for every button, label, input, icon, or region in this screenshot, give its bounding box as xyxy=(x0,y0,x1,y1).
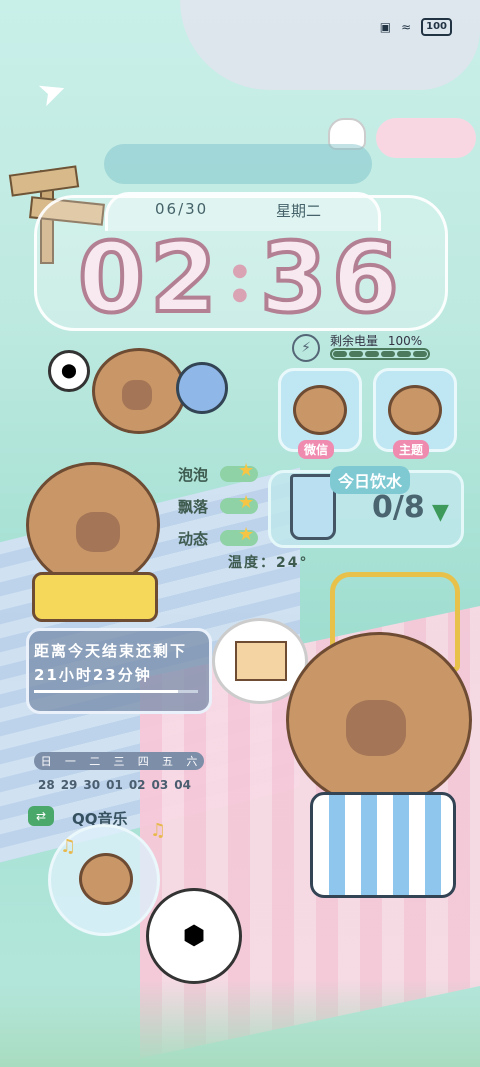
music-shuffle-icon[interactable]: ⇄ xyxy=(28,806,54,826)
countdown-progress xyxy=(34,690,198,693)
battery-level-bar xyxy=(330,348,430,360)
capybara-icon xyxy=(388,385,442,435)
countdown-line-1: 距离今天结束还剩下 xyxy=(34,642,188,660)
falling-toggle-label: 飘落 xyxy=(178,498,209,516)
minute-digit-1: 3 xyxy=(258,222,329,334)
paw-icon: ● xyxy=(232,284,248,305)
charging-bolt-icon: ⚡ xyxy=(292,334,320,362)
calendar-date[interactable]: 01 xyxy=(106,778,123,792)
weekday-tue: 二 xyxy=(89,755,101,768)
weekday-sun: 日 xyxy=(40,755,52,768)
soccer-ball-icon: ⬤ xyxy=(48,350,90,392)
music-note-icon: ♫ xyxy=(60,836,77,857)
camera-icon: ▣ xyxy=(379,20,392,34)
status-bar: ▣ ≈ 100 xyxy=(380,18,452,36)
weekday-thu: 四 xyxy=(137,755,149,768)
battery-label-row: 剩余电量 100% xyxy=(330,332,422,349)
hour-digit-1: 0 xyxy=(76,222,147,334)
add-water-button[interactable]: ▼ xyxy=(432,500,449,525)
capybara-pair-icon xyxy=(293,385,347,435)
theme-label: 主题 xyxy=(393,440,430,459)
calendar-date[interactable]: 02 xyxy=(129,778,146,792)
wechat-label: 微信 xyxy=(298,440,335,459)
cloud-lantern-decoration xyxy=(376,118,476,158)
capybara-lying-illustration xyxy=(92,342,228,434)
weekday-sat: 六 xyxy=(186,755,198,768)
countdown-line-2: 21小时23分钟 xyxy=(34,666,152,684)
weekday-wed: 三 xyxy=(113,755,125,768)
minute-digit-2: 6 xyxy=(330,222,401,334)
calendar-date[interactable]: 28 xyxy=(38,778,55,792)
cloud-decoration xyxy=(0,980,480,1067)
temperature-text: 温度：24° xyxy=(228,555,309,571)
battery-label: 剩余电量 xyxy=(330,334,379,348)
search-bar[interactable] xyxy=(104,144,372,184)
soccer-ball-icon: ⬢ xyxy=(146,888,242,984)
battery-percent: 100% xyxy=(387,334,423,348)
weekday-text: 星期二 xyxy=(276,202,322,220)
paw-icon: ● xyxy=(232,260,248,281)
calendar-date[interactable]: 29 xyxy=(61,778,78,792)
weekday-fri: 五 xyxy=(162,755,174,768)
capybara-yellow-shirt-illustration xyxy=(16,462,176,632)
water-count: 0/8 xyxy=(372,490,425,525)
capybara-striped-shirt-illustration xyxy=(286,632,476,932)
hour-digit-2: 2 xyxy=(148,222,219,334)
battery-indicator: 100 xyxy=(421,18,452,36)
weekday-mon: 一 xyxy=(64,755,76,768)
star-icon: ★ xyxy=(238,492,255,513)
star-icon: ★ xyxy=(238,524,255,545)
date-text: 06/30 xyxy=(155,200,209,218)
calendar-date[interactable]: 30 xyxy=(83,778,100,792)
calendar-date[interactable]: 03 xyxy=(152,778,169,792)
dynamic-toggle-label: 动态 xyxy=(178,530,209,548)
capybara-icon xyxy=(79,853,133,905)
calendar-dates-row[interactable]: 28 29 30 01 02 03 04 xyxy=(38,778,191,792)
cloud-decoration xyxy=(180,0,480,90)
calendar-weekday-header: 日 一 二 三 四 五 六 xyxy=(34,752,204,770)
wifi-icon: ≈ xyxy=(401,20,412,34)
calendar-date[interactable]: 04 xyxy=(174,778,191,792)
bubble-toggle-label: 泡泡 xyxy=(178,466,209,484)
music-note-icon: ♫ xyxy=(150,820,167,841)
paper-plane-icon: ➤ xyxy=(32,68,73,116)
star-icon: ★ xyxy=(238,460,255,481)
